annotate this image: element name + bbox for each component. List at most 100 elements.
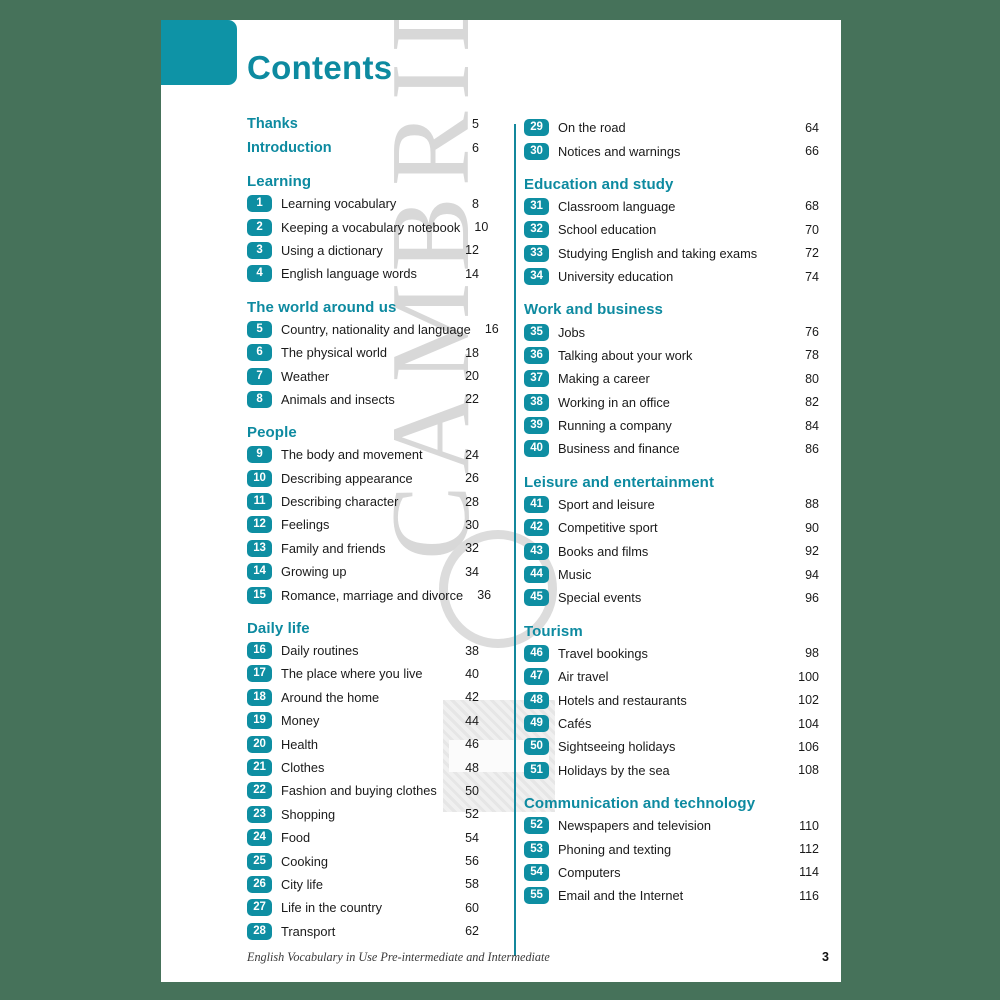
unit-row[interactable]: 19 Money 44 <box>247 709 479 732</box>
unit-row[interactable]: 43 Books and films 92 <box>524 539 819 562</box>
unit-row[interactable]: 46 Travel bookings 98 <box>524 642 819 665</box>
unit-row[interactable]: 23 Shopping 52 <box>247 803 479 826</box>
unit-row[interactable]: 13 Family and friends 32 <box>247 537 479 560</box>
unit-row[interactable]: 51 Holidays by the sea 108 <box>524 759 819 782</box>
unit-row[interactable]: 44 Music 94 <box>524 563 819 586</box>
unit-row[interactable]: 17 The place where you live 40 <box>247 662 479 685</box>
unit-row[interactable]: 27 Life in the country 60 <box>247 896 479 919</box>
unit-row[interactable]: 28 Transport 62 <box>247 920 479 943</box>
unit-number-badge: 26 <box>247 875 272 893</box>
unit-row[interactable]: 8 Animals and insects 22 <box>247 388 479 411</box>
unit-row[interactable]: 6 The physical world 18 <box>247 341 479 364</box>
unit-page-number: 30 <box>465 517 479 532</box>
unit-row[interactable]: 32 School education 70 <box>524 218 819 241</box>
unit-row[interactable]: 53 Phoning and texting 112 <box>524 837 819 860</box>
unit-number-badge: 45 <box>524 589 549 607</box>
unit-row[interactable]: 14 Growing up 34 <box>247 560 479 583</box>
unit-number-badge: 1 <box>247 195 272 213</box>
unit-row[interactable]: 7 Weather 20 <box>247 364 479 387</box>
unit-number-badge: 36 <box>524 346 549 364</box>
unit-row[interactable]: 16 Daily routines 38 <box>247 639 479 662</box>
unit-title: Air travel <box>558 669 609 685</box>
unit-row[interactable]: 2 Keeping a vocabulary notebook 10 <box>247 215 488 238</box>
unit-page-number: 110 <box>799 818 819 833</box>
unit-title: Sport and leisure <box>558 496 655 512</box>
unit-row[interactable]: 49 Cafés 104 <box>524 712 819 735</box>
unit-page-number: 58 <box>465 877 479 892</box>
unit-row[interactable]: 15 Romance, marriage and divorce 36 <box>247 583 491 606</box>
unit-number-badge: 3 <box>247 241 272 259</box>
unit-row[interactable]: 42 Competitive sport 90 <box>524 516 819 539</box>
unit-title: Email and the Internet <box>558 888 684 904</box>
unit-title: Phoning and texting <box>558 841 672 857</box>
unit-row[interactable]: 1 Learning vocabulary 8 <box>247 192 479 215</box>
unit-row[interactable]: 20 Health 46 <box>247 732 479 755</box>
unit-row[interactable]: 22 Fashion and buying clothes 50 <box>247 779 479 802</box>
unit-number-badge: 4 <box>247 265 272 283</box>
unit-row[interactable]: 30 Notices and warnings 66 <box>524 139 819 162</box>
front-matter-row[interactable]: Thanks 5 <box>247 116 479 140</box>
unit-page-number: 66 <box>805 144 819 159</box>
unit-row[interactable]: 50 Sightseeing holidays 106 <box>524 735 819 758</box>
unit-number-badge: 5 <box>247 320 272 338</box>
unit-row[interactable]: 25 Cooking 56 <box>247 849 479 872</box>
unit-title: Music <box>558 567 592 583</box>
unit-row[interactable]: 47 Air travel 100 <box>524 665 819 688</box>
unit-number-badge: 31 <box>524 197 549 215</box>
unit-row[interactable]: 55 Email and the Internet 116 <box>524 884 819 907</box>
unit-row[interactable]: 9 The body and movement 24 <box>247 443 479 466</box>
unit-page-number: 88 <box>805 497 819 512</box>
unit-number-badge: 19 <box>247 712 272 730</box>
unit-number-badge: 17 <box>247 665 272 683</box>
unit-row[interactable]: 4 English language words 14 <box>247 262 479 285</box>
unit-row[interactable]: 37 Making a career 80 <box>524 367 819 390</box>
unit-row[interactable]: 36 Talking about your work 78 <box>524 344 819 367</box>
unit-row[interactable]: 52 Newspapers and television 110 <box>524 814 819 837</box>
unit-page-number: 112 <box>799 842 819 857</box>
unit-row[interactable]: 12 Feelings 30 <box>247 513 479 536</box>
unit-number-badge: 54 <box>524 863 549 881</box>
unit-title: Around the home <box>281 689 380 705</box>
unit-page-number: 36 <box>477 588 492 603</box>
unit-page-number: 108 <box>798 763 819 778</box>
unit-page-number: 28 <box>465 494 479 509</box>
unit-row[interactable]: 45 Special events 96 <box>524 586 819 609</box>
unit-row[interactable]: 41 Sport and leisure 88 <box>524 493 819 516</box>
unit-row[interactable]: 10 Describing appearance 26 <box>247 467 479 490</box>
unit-row[interactable]: 38 Working in an office 82 <box>524 391 819 414</box>
unit-row[interactable]: 54 Computers 114 <box>524 861 819 884</box>
unit-number-badge: 25 <box>247 852 272 870</box>
unit-number-badge: 34 <box>524 268 549 286</box>
front-matter-row[interactable]: Introduction 6 <box>247 140 479 164</box>
unit-number-badge: 33 <box>524 244 549 262</box>
unit-row[interactable]: 5 Country, nationality and language 16 <box>247 318 499 341</box>
unit-title: Feelings <box>281 517 330 533</box>
unit-row[interactable]: 34 University education 74 <box>524 265 819 288</box>
unit-number-badge: 53 <box>524 840 549 858</box>
section-heading: Tourism <box>524 622 583 640</box>
unit-row[interactable]: 18 Around the home 42 <box>247 686 479 709</box>
unit-row[interactable]: 21 Clothes 48 <box>247 756 479 779</box>
unit-row[interactable]: 33 Studying English and taking exams 72 <box>524 242 819 265</box>
unit-number-badge: 30 <box>524 142 549 160</box>
unit-row[interactable]: 24 Food 54 <box>247 826 479 849</box>
unit-title: Newspapers and television <box>558 818 711 834</box>
unit-row[interactable]: 26 City life 58 <box>247 873 479 896</box>
unit-row[interactable]: 35 Jobs 76 <box>524 320 819 343</box>
unit-page-number: 114 <box>799 865 819 880</box>
unit-row[interactable]: 39 Running a company 84 <box>524 414 819 437</box>
unit-number-badge: 13 <box>247 539 272 557</box>
unit-row[interactable]: 11 Describing character 28 <box>247 490 479 513</box>
unit-title: Money <box>281 713 320 729</box>
unit-page-number: 26 <box>465 471 479 486</box>
unit-row[interactable]: 31 Classroom language 68 <box>524 195 819 218</box>
unit-number-badge: 38 <box>524 393 549 411</box>
unit-title: Life in the country <box>281 900 383 916</box>
unit-page-number: 98 <box>805 646 819 661</box>
unit-row[interactable]: 40 Business and finance 86 <box>524 437 819 460</box>
unit-number-badge: 27 <box>247 899 272 917</box>
unit-row[interactable]: 3 Using a dictionary 12 <box>247 239 479 262</box>
unit-row[interactable]: 48 Hotels and restaurants 102 <box>524 688 819 711</box>
unit-page-number: 54 <box>465 830 479 845</box>
unit-row[interactable]: 29 On the road 64 <box>524 116 819 139</box>
